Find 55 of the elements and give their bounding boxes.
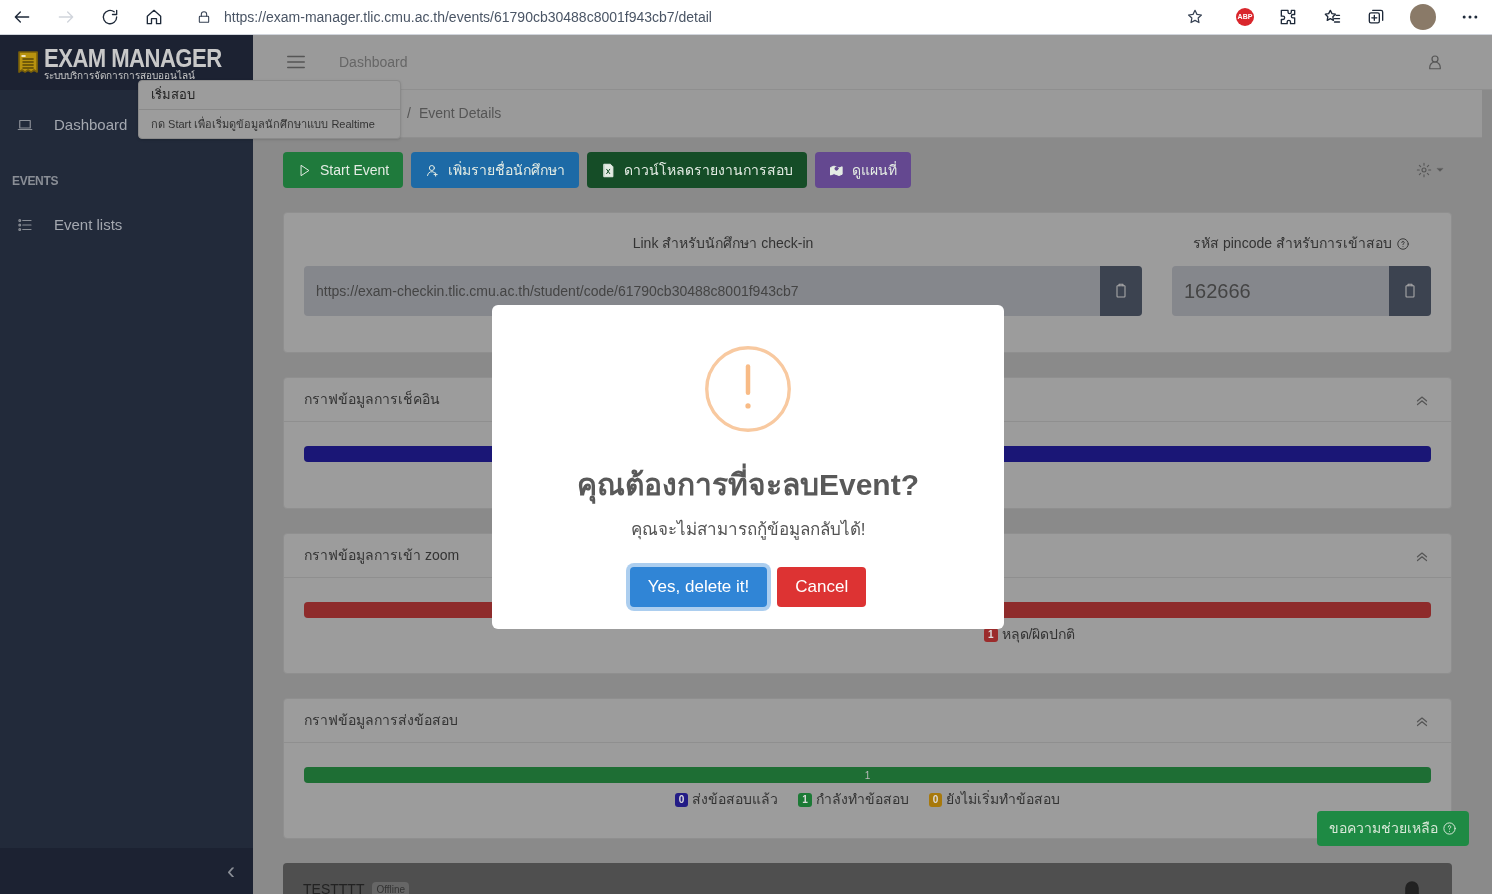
list-icon: [16, 216, 34, 234]
tooltip-title: เริ่มสอบ: [139, 81, 400, 110]
collapse-sidebar-button[interactable]: ‹: [0, 848, 253, 894]
dialog-title: คุณต้องการที่จะลบEvent?: [577, 462, 919, 507]
brand-subtitle: ระบบบริการจัดการการสอบออนไลน์: [44, 70, 197, 81]
caret-icon: [1436, 166, 1444, 174]
action-button[interactable]: Start Event: [283, 152, 404, 188]
link-value: https://exam-checkin.tlic.cmu.ac.th/student/code/61790cb30488c8001f943cb7: [315, 281, 800, 301]
warning-icon: [703, 344, 793, 434]
copy-button[interactable]: [1100, 266, 1142, 316]
tooltip-text: กด Start เพื่อเริ่มดูข้อมูลนักศึกษาแบบ Realtime: [150, 115, 376, 133]
cancel-button[interactable]: Cancel: [777, 566, 867, 607]
add-user-icon: [425, 162, 441, 178]
field-label: รหัส pincode สำหรับการเข้าสอบ: [1193, 234, 1392, 253]
pincode-field[interactable]: 162666: [1172, 266, 1431, 316]
breadcrumb-separator: /: [407, 104, 411, 123]
action-button[interactable]: ดูแผนที่: [815, 152, 912, 188]
progress-bar: 1: [304, 767, 1431, 783]
help-icon: [1395, 236, 1410, 251]
settings-icon: [1416, 162, 1432, 178]
clipboard-icon: [1113, 283, 1129, 299]
lock-icon: [196, 9, 212, 25]
puzzle-icon[interactable]: [1278, 7, 1298, 27]
legend-label: หลุด/ผิดปกติ: [1001, 625, 1076, 645]
clipboard-icon: [1402, 283, 1418, 299]
avatar[interactable]: [1410, 4, 1436, 30]
settings-dropdown[interactable]: [1416, 162, 1444, 178]
sidebar-link[interactable]: Event lists: [0, 202, 253, 248]
card-title: กราฟข้อมูลการเช็คอิน: [304, 389, 440, 410]
favorite-add-icon[interactable]: [1186, 8, 1204, 26]
count-badge: 1: [798, 792, 812, 807]
confirm-delete-button[interactable]: Yes, delete it!: [629, 566, 768, 607]
action-button[interactable]: ดาวน์โหลดรายงานการสอบ: [587, 152, 808, 188]
spreadsheet-file-icon: [601, 162, 617, 178]
action-button[interactable]: เพิ่มรายชื่อนักศึกษา: [411, 152, 580, 188]
help-icon: [1442, 821, 1457, 836]
help-button[interactable]: ขอความช่วยเหลือ: [1317, 811, 1469, 846]
count-badge: 0: [674, 792, 689, 807]
count-badge: 0: [928, 792, 943, 807]
legend-label: ยังไม่เริ่มทำข้อสอบ: [946, 789, 1061, 809]
section-heading: EVENTS: [11, 173, 60, 190]
url-text: https://exam-manager.tlic.cmu.ac.th/events/61790cb30488c8001f943cb7/detail: [224, 7, 713, 27]
pincode-value: 162666: [1183, 279, 1252, 304]
reload-icon[interactable]: [100, 7, 120, 27]
field-label: Link สำหรับนักศึกษา check-in: [632, 234, 814, 253]
brand-title: EXAM MANAGER: [44, 44, 222, 71]
user-icon[interactable]: [1426, 53, 1444, 71]
dialog-message: คุณจะไม่สามารถกู้ข้อมูลกลับได้!: [630, 518, 866, 542]
legend-label: กำลังทำข้อสอบ: [815, 790, 909, 809]
copy-button[interactable]: [1389, 266, 1431, 316]
card-title: กราฟข้อมูลการเข้า zoom: [304, 546, 460, 566]
card-title: กราฟข้อมูลการส่งข้อสอบ: [304, 711, 458, 731]
legend-label: ส่งข้อสอบแล้ว: [692, 790, 779, 809]
home-icon[interactable]: [144, 7, 164, 27]
breadcrumb-current: Event Details: [418, 104, 502, 123]
